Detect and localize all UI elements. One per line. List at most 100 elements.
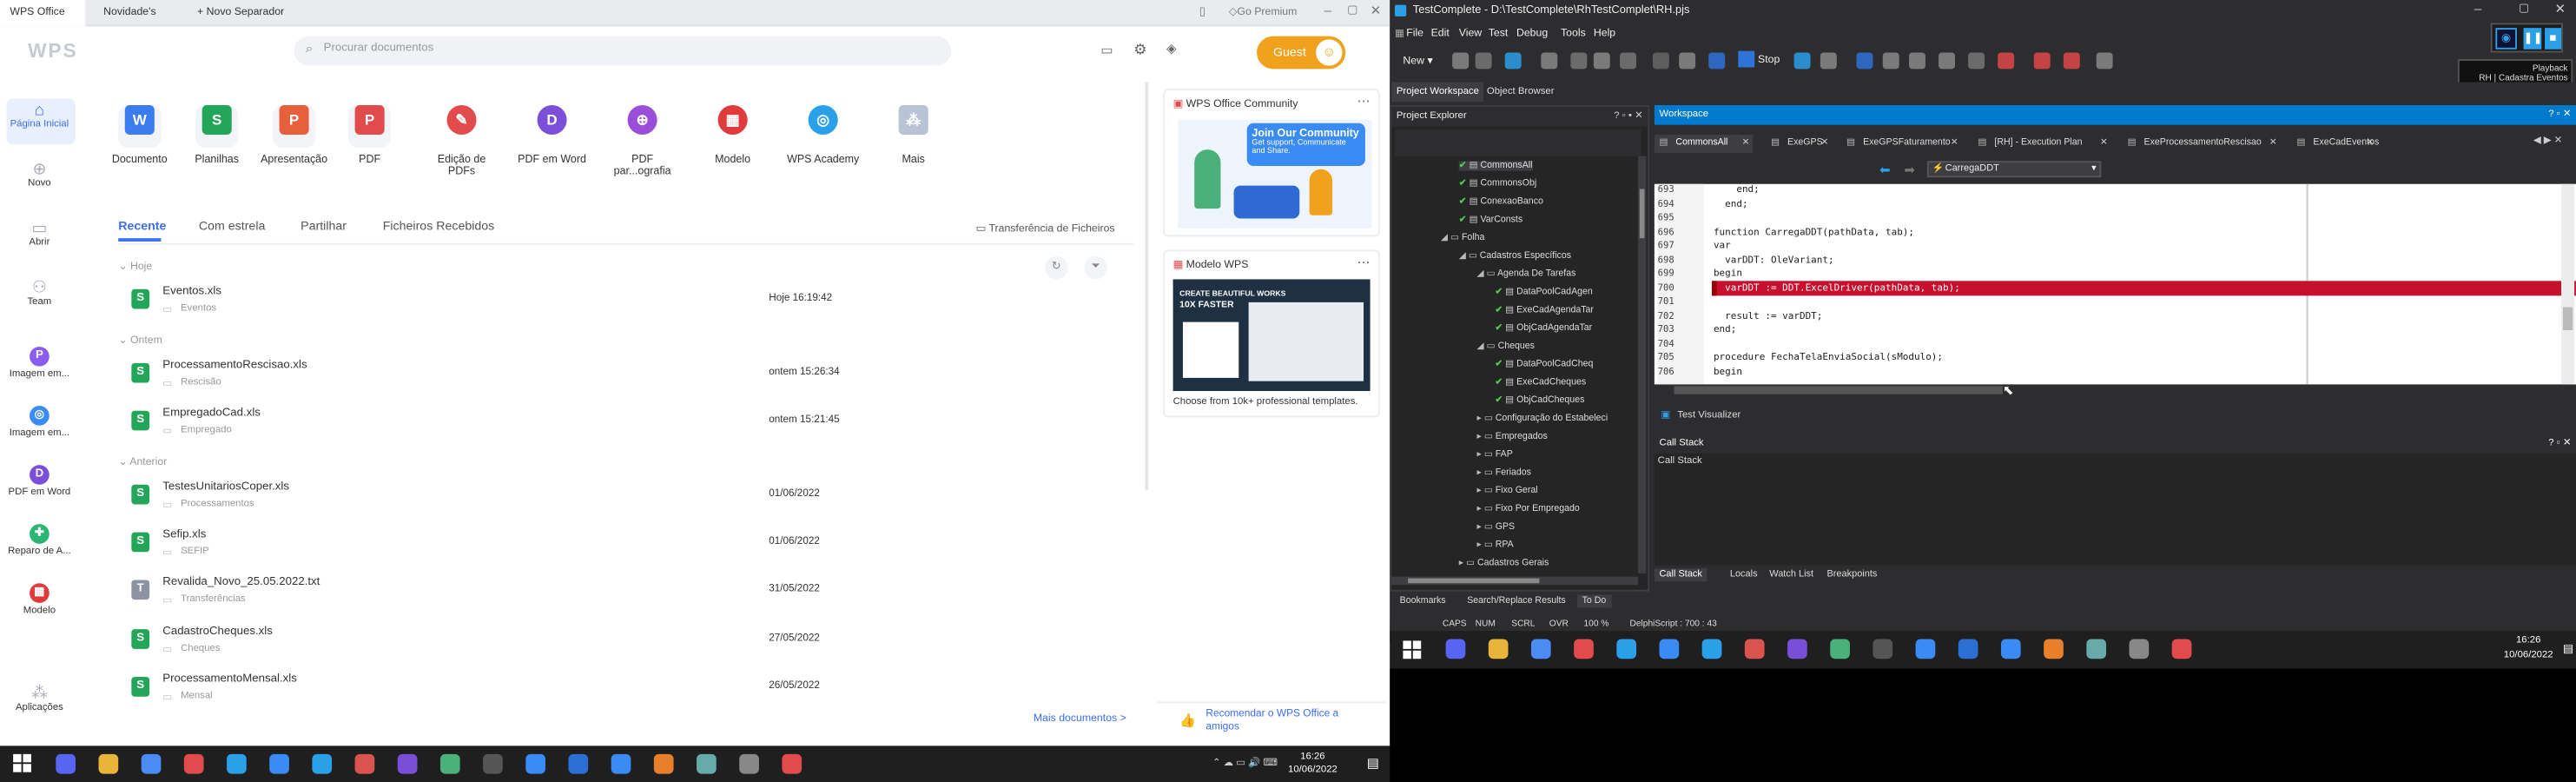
app-icon[interactable] bbox=[354, 753, 375, 774]
tree-item[interactable]: ▸ ▭ RPA bbox=[1477, 540, 1514, 550]
settings-gear-icon[interactable]: ⚙ bbox=[1133, 41, 1146, 59]
toolbar-button-icon[interactable] bbox=[1998, 52, 2015, 70]
tree-item[interactable]: ▸ ▭ Configuração do Estabeleci bbox=[1477, 414, 1608, 423]
system-tray-icons[interactable]: ⌃ ☁ ▭ 🔊 ⌨ bbox=[1212, 758, 1278, 769]
tab-starred[interactable]: Com estrela bbox=[199, 218, 265, 233]
store-icon[interactable] bbox=[2000, 639, 2021, 659]
code-line[interactable]: end; bbox=[1714, 186, 1759, 196]
slack-icon[interactable] bbox=[1659, 639, 1680, 659]
file-icon[interactable] bbox=[1915, 639, 1936, 659]
new-button[interactable]: New ▾ bbox=[1403, 54, 1432, 67]
clock[interactable]: 16:26 10/06/2022 bbox=[2504, 634, 2553, 664]
checkbox-checked-icon[interactable]: ✔ bbox=[1459, 197, 1470, 207]
tree-item[interactable]: ✔ ▤ DataPoolCadAgen bbox=[1495, 288, 1592, 297]
expand-arrow-icon[interactable]: ◢ bbox=[1477, 269, 1487, 279]
toolbar-button-icon[interactable] bbox=[1909, 52, 1925, 70]
more-icon[interactable]: ⋯ bbox=[1357, 255, 1370, 269]
file-explorer-icon[interactable] bbox=[98, 753, 119, 774]
expand-arrow-icon[interactable]: ◢ bbox=[1459, 251, 1469, 261]
app-pdf-par-ografia[interactable]: ⊕ PDF par...ografia bbox=[604, 98, 680, 177]
app-mais[interactable]: ⁂ Mais bbox=[875, 98, 951, 166]
tree-item[interactable]: ✔ ▤ CommonsObj bbox=[1459, 179, 1536, 189]
tab-new[interactable]: + Novo Separador bbox=[188, 0, 311, 26]
checkbox-checked-icon[interactable]: ✔ bbox=[1495, 378, 1505, 388]
message-icon[interactable]: ▭ bbox=[1100, 43, 1113, 57]
menu-view[interactable]: View bbox=[1459, 28, 1482, 39]
tree-item[interactable]: ✔ ▤ VarConsts bbox=[1459, 215, 1522, 225]
checkbox-checked-icon[interactable]: ✔ bbox=[1495, 306, 1505, 315]
file-icon[interactable] bbox=[525, 753, 546, 774]
menu-debug[interactable]: Debug bbox=[1516, 28, 1548, 39]
tree-item[interactable]: ▸ ▭ FAP bbox=[1477, 450, 1513, 460]
sidebar-item-image-2[interactable]: ◎ Imagem em... bbox=[0, 406, 79, 439]
file-row[interactable]: S ProcessamentoMensal.xls ▭ Mensal 26/05/202… bbox=[118, 669, 1137, 715]
settings-icon[interactable] bbox=[1873, 639, 1893, 659]
chrome-icon[interactable] bbox=[141, 753, 162, 774]
horizontal-scrollbar[interactable] bbox=[1391, 576, 1638, 586]
toolbar-button-icon[interactable] bbox=[2096, 52, 2113, 70]
file-row[interactable]: T Revalida_Novo_25.05.2022.txt ▭ Transferên… bbox=[118, 572, 1137, 618]
firefox-icon[interactable] bbox=[653, 753, 674, 774]
toolbar-button-icon[interactable] bbox=[1452, 52, 1470, 70]
panel-controls-icon[interactable]: ? ▫ ✕ bbox=[2548, 105, 2571, 125]
tab-recent[interactable]: Recente bbox=[118, 218, 166, 233]
tree-item[interactable]: ✔ ▤ ExeCadCheques bbox=[1495, 378, 1586, 388]
go-premium-button[interactable]: ◇Go Premium bbox=[1229, 5, 1297, 18]
tree-item[interactable]: ▸ ▭ Fixo Geral bbox=[1477, 487, 1538, 496]
menu-tools[interactable]: Tools bbox=[1561, 28, 1586, 39]
tree-item[interactable]: ◢ ▭ Cheques bbox=[1477, 341, 1535, 351]
tree-item[interactable]: ✔ ▤ ExeCadAgendaTar bbox=[1495, 306, 1594, 315]
tree-item[interactable]: ▸ ▭ Fixo Por Empregado bbox=[1477, 504, 1580, 514]
toolbar-button-icon[interactable] bbox=[1570, 52, 1588, 70]
menu-test[interactable]: Test bbox=[1489, 28, 1509, 39]
more-documents-link[interactable]: Mais documentos > bbox=[1034, 713, 1126, 725]
filter-icon[interactable]: ⏷ bbox=[1084, 255, 1107, 280]
code-line[interactable]: begin bbox=[1714, 368, 1742, 377]
tree-item[interactable]: ▸ ▭ Feriados bbox=[1477, 468, 1531, 478]
windows-start-icon[interactable] bbox=[1403, 640, 1423, 660]
store-icon[interactable] bbox=[611, 753, 631, 774]
tab-call-stack[interactable]: Call Stack bbox=[1654, 568, 1707, 582]
code-line[interactable]: varDDT: OleVariant; bbox=[1714, 255, 1833, 265]
tab-novidades[interactable]: Novidade's bbox=[94, 0, 184, 26]
code-line[interactable]: procedure FechaTelaEnviaSocial(sModulo); bbox=[1714, 354, 1943, 363]
stop-button[interactable]: Stop bbox=[1758, 54, 1780, 65]
tab-object-browser[interactable]: Object Browser bbox=[1482, 83, 1559, 103]
code-line[interactable]: end; bbox=[1714, 325, 1736, 335]
file-row[interactable]: S Eventos.xls ▭ Eventos Hoje 16:19:42 bbox=[118, 281, 1137, 327]
notepad-icon[interactable] bbox=[1830, 639, 1850, 659]
tab-shared[interactable]: Partilhar bbox=[301, 218, 347, 233]
app-modelo[interactable]: ▦ Modelo bbox=[695, 98, 770, 166]
menu-edit[interactable]: Edit bbox=[1431, 28, 1450, 39]
toolbar-button-icon[interactable] bbox=[2033, 52, 2051, 70]
app-edi-o-de-pdfs[interactable]: ✎ Edição de PDFs bbox=[424, 98, 499, 177]
code-line[interactable]: begin bbox=[1714, 269, 1742, 279]
checkbox-checked-icon[interactable]: ✔ bbox=[1495, 396, 1505, 406]
menu-file[interactable]: File bbox=[1406, 28, 1423, 39]
menu-help[interactable]: Help bbox=[1594, 28, 1615, 39]
expand-arrow-icon[interactable]: ◢ bbox=[1441, 233, 1450, 242]
tree-item[interactable]: ◢ ▭ Cadastros Específicos bbox=[1459, 251, 1571, 261]
tab-watch-list[interactable]: Watch List bbox=[1769, 570, 1813, 580]
search-input[interactable]: Procurar documentos bbox=[324, 43, 434, 54]
wps-icon[interactable] bbox=[782, 753, 803, 774]
toolbar-button-icon[interactable] bbox=[1882, 52, 1899, 70]
tab-exegps[interactable]: ▤ ExeGPS ✕ bbox=[1766, 135, 1832, 153]
community-card[interactable]: ▣ WPS Office Community ⋯ Join Our Commun… bbox=[1163, 89, 1380, 237]
close-button[interactable]: ✕ bbox=[2554, 2, 2566, 17]
close-tab-icon[interactable]: ✕ bbox=[2366, 135, 2374, 153]
file-row[interactable]: S TestesUnitariosCoper.xls ▭ Processamentos… bbox=[118, 476, 1137, 522]
github-icon[interactable] bbox=[397, 753, 418, 774]
editor-horizontal-scrollbar[interactable] bbox=[1654, 384, 2562, 398]
toolbar-button-icon[interactable] bbox=[1939, 52, 1956, 70]
scrollbar[interactable] bbox=[1145, 82, 1149, 490]
maximize-button[interactable]: ▢ bbox=[1347, 3, 1358, 17]
checkbox-checked-icon[interactable]: ✔ bbox=[1459, 179, 1470, 189]
tab-project-workspace[interactable]: Project Workspace bbox=[1391, 82, 1484, 103]
dev-tool-icon[interactable] bbox=[227, 753, 247, 774]
toolbar-button-icon[interactable] bbox=[1820, 52, 1837, 70]
layout-icon[interactable]: ▯ bbox=[1199, 5, 1205, 18]
vertical-scrollbar[interactable] bbox=[1637, 156, 1647, 573]
slack-icon[interactable] bbox=[269, 753, 289, 774]
tree-item[interactable]: ▸ ▭ Cadastros Gerais bbox=[1459, 559, 1549, 568]
